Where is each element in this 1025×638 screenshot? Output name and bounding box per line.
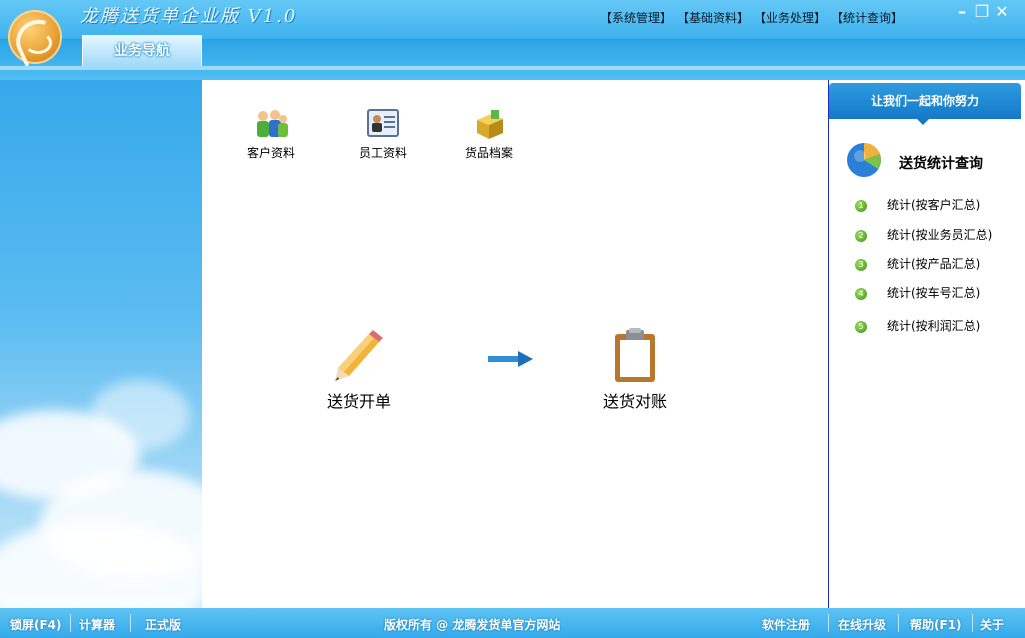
minimize-icon[interactable]: – <box>952 2 972 21</box>
lock-screen-button[interactable]: 锁屏(F4) <box>10 616 62 633</box>
title-bar: 龙腾送货单企业版 V1.0 【系统管理】 【基础资料】 【业务处理】 【统计查询】 –… <box>0 0 1025 80</box>
bullet-1-icon: 1 <box>855 199 867 212</box>
stat-label: 统计(按车号汇总) <box>887 286 981 300</box>
dragon-logo-icon <box>8 10 67 70</box>
employee-card-icon <box>365 108 401 140</box>
app-title: 龙腾送货单企业版 V1.0 <box>80 6 298 27</box>
close-icon[interactable]: ✕ <box>992 2 1012 21</box>
stat-by-vehicle[interactable]: 4 统计(按车号汇总) <box>855 284 980 301</box>
about-button[interactable]: 关于 <box>980 616 1004 633</box>
restore-icon[interactable]: ❐ <box>972 2 992 21</box>
stat-by-profit[interactable]: 5 统计(按利润汇总) <box>855 317 980 334</box>
bullet-4-icon: 4 <box>855 287 867 300</box>
edition-label: 正式版 <box>145 618 182 632</box>
pencil-icon <box>329 328 389 384</box>
employee-data-tile[interactable]: 员工资料 <box>348 108 418 161</box>
help-button[interactable]: 帮助(F1) <box>910 616 962 633</box>
goods-icon <box>471 108 507 140</box>
stat-by-customer[interactable]: 1 统计(按客户汇总) <box>855 196 980 213</box>
tab-underline <box>0 66 1025 70</box>
register-button[interactable]: 软件注册 <box>762 616 810 633</box>
top-menu: 【系统管理】 【基础资料】 【业务处理】 【统计查询】 <box>600 9 914 26</box>
menu-statistics-query[interactable]: 【统计查询】 <box>837 11 903 25</box>
delivery-reconciliation-tile[interactable]: 送货对账 <box>594 328 676 412</box>
statistics-panel: 让我们一起和你努力 送货统计查询 1 统计(按客户汇总) 2 统计(按业务员汇总) … <box>828 80 1025 608</box>
delivery-order-label: 送货开单 <box>326 392 391 411</box>
delivery-reconciliation-label: 送货对账 <box>602 392 667 411</box>
stat-label: 统计(按产品汇总) <box>887 257 981 271</box>
pie-chart-icon <box>845 140 883 178</box>
flow-arrow-icon <box>488 350 534 372</box>
stat-by-product[interactable]: 3 统计(按产品汇总) <box>855 255 980 272</box>
window-controls: – ❐ ✕ <box>952 2 1012 21</box>
tab-business-navigation[interactable]: 业务导航 <box>82 35 202 67</box>
stat-label: 统计(按业务员汇总) <box>887 228 993 242</box>
goods-archive-tile[interactable]: 货品档案 <box>454 108 524 161</box>
calculator-button[interactable]: 计算器 <box>79 616 115 633</box>
left-sky-panel <box>0 80 202 608</box>
stat-label: 统计(按利润汇总) <box>887 319 981 333</box>
customers-icon <box>253 108 289 140</box>
stat-by-salesperson[interactable]: 2 统计(按业务员汇总) <box>855 226 992 243</box>
employee-data-label: 员工资料 <box>358 146 407 160</box>
clipboard-icon <box>610 328 660 384</box>
menu-basic-data[interactable]: 【基础资料】 <box>683 11 749 25</box>
bullet-3-icon: 3 <box>855 258 867 271</box>
statistics-title: 送货统计查询 <box>899 156 983 172</box>
menu-system-management[interactable]: 【系统管理】 <box>600 11 672 25</box>
status-bar: 锁屏(F4) 计算器 正式版 版权所有 @ 龙腾发货单官方网站 软件注册 在线升… <box>0 608 1025 638</box>
online-upgrade-button[interactable]: 在线升级 <box>838 616 886 633</box>
panel-header: 让我们一起和你努力 <box>829 83 1021 125</box>
menu-business-processing[interactable]: 【业务处理】 <box>760 11 826 25</box>
customer-data-tile[interactable]: 客户资料 <box>236 108 306 161</box>
copyright-link[interactable]: 版权所有 @ 龙腾发货单官方网站 <box>384 616 560 633</box>
goods-archive-label: 货品档案 <box>464 146 513 160</box>
stat-label: 统计(按客户汇总) <box>887 198 981 212</box>
bullet-2-icon: 2 <box>855 229 867 242</box>
delivery-order-tile[interactable]: 送货开单 <box>318 328 400 412</box>
customer-data-label: 客户资料 <box>246 146 295 160</box>
navigation-workspace: 客户资料 员工资料 货品档案 送货开单 送货对账 <box>202 80 828 608</box>
bullet-5-icon: 5 <box>855 320 867 333</box>
